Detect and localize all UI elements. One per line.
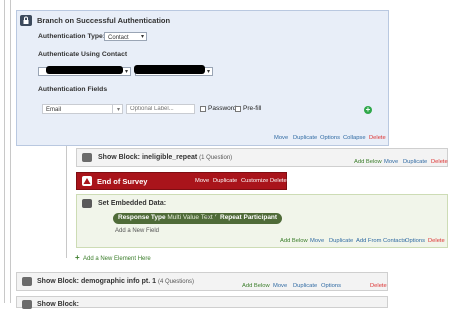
add-below-link[interactable]: Add Below xyxy=(242,283,270,290)
flow-guide-line xyxy=(10,0,11,303)
show-block-title: Show Block: demographic info pt. 1 (4 Qu… xyxy=(37,278,194,285)
end-duplicate-link[interactable]: Duplicate xyxy=(213,178,237,185)
embedded-add-from-contacts-link[interactable]: Add From Contacts xyxy=(356,238,406,245)
auth-delete-link[interactable]: Delete xyxy=(369,135,386,142)
delete-link[interactable]: Delete xyxy=(370,283,387,290)
duplicate-link[interactable]: Duplicate xyxy=(403,159,427,166)
password-label: Password xyxy=(208,105,237,112)
auth-collapse-link[interactable]: Collapse xyxy=(343,135,366,142)
end-move-link[interactable]: Move xyxy=(195,178,209,185)
lock-icon xyxy=(20,15,32,26)
authenticator-block: Branch on Successful Authentication Auth… xyxy=(16,10,389,146)
warning-icon xyxy=(82,176,92,186)
chevron-down-icon: ▾ xyxy=(124,69,128,75)
auth-options-link[interactable]: Options xyxy=(320,135,340,142)
embedded-field-pill[interactable]: Response Type Multi Value Text Set xyxy=(113,213,230,224)
embedded-duplicate-link[interactable]: Duplicate xyxy=(329,238,353,245)
embedded-move-link[interactable]: Move xyxy=(310,238,324,245)
block-icon xyxy=(82,153,92,162)
equals-sign: = xyxy=(206,215,210,221)
duplicate-link[interactable]: Duplicate xyxy=(293,283,317,290)
auth-move-link[interactable]: Move xyxy=(274,135,288,142)
auth-field-value: Email xyxy=(46,107,62,113)
move-link[interactable]: Move xyxy=(384,159,398,166)
optional-label-input[interactable] xyxy=(126,104,195,114)
prefill-label: Pre-fill xyxy=(243,105,262,112)
auth-type-value: Contact xyxy=(108,34,129,41)
options-link[interactable]: Options xyxy=(321,283,341,290)
embedded-data-element: Set Embedded Data: Response Type Multi V… xyxy=(76,194,448,248)
branch-guide-line xyxy=(66,146,67,258)
auth-type-label: Authentication Type: xyxy=(38,33,106,40)
redacted-value xyxy=(46,66,123,74)
show-block-title: Show Block: xyxy=(37,301,80,308)
add-new-field-link[interactable]: Add a New Field xyxy=(115,228,159,234)
auth-contact-label: Authenticate Using Contact xyxy=(38,51,128,58)
end-delete-link[interactable]: Delete xyxy=(270,178,287,185)
show-block-title: Show Block: ineligible_repeat (1 Questio… xyxy=(98,154,233,161)
end-of-survey-element: End of Survey Move Duplicate Customize D… xyxy=(76,172,287,190)
chevron-down-icon: ▾ xyxy=(206,69,210,75)
chevron-down-icon: ▾ xyxy=(116,106,120,113)
chevron-down-icon: ▾ xyxy=(140,34,144,40)
password-checkbox[interactable] xyxy=(200,106,206,112)
show-block-partial: Show Block: xyxy=(16,296,388,309)
prefill-checkbox[interactable] xyxy=(235,106,241,112)
move-link[interactable]: Move xyxy=(273,283,287,290)
embedded-data-title: Set Embedded Data: xyxy=(98,200,167,207)
auth-fields-label: Authentication Fields xyxy=(38,86,108,93)
embedded-delete-link[interactable]: Delete xyxy=(428,238,445,245)
block-icon xyxy=(22,277,32,286)
end-of-survey-title: End of Survey xyxy=(97,177,148,186)
show-block-ineligible: Show Block: ineligible_repeat (1 Questio… xyxy=(76,148,448,167)
block-icon xyxy=(22,300,32,309)
end-customize-link[interactable]: Customize xyxy=(241,178,268,185)
redacted-value xyxy=(134,65,205,74)
embedded-value-pill[interactable]: Repeat Participant xyxy=(215,213,283,224)
embedded-options-link[interactable]: Options xyxy=(405,238,425,245)
show-block-demographic: Show Block: demographic info pt. 1 (4 Qu… xyxy=(16,272,388,291)
embedded-data-icon xyxy=(82,199,92,208)
auth-field-select[interactable]: Email ▾ xyxy=(42,104,123,114)
delete-link[interactable]: Delete xyxy=(431,159,448,166)
auth-block-title: Branch on Successful Authentication xyxy=(37,16,171,25)
add-below-link[interactable]: Add Below xyxy=(354,159,382,166)
embedded-add-below-link[interactable]: Add Below xyxy=(280,238,308,245)
auth-duplicate-link[interactable]: Duplicate xyxy=(293,135,317,142)
add-element-plus-icon[interactable]: + xyxy=(75,254,80,262)
add-field-icon[interactable]: + xyxy=(364,106,372,114)
add-new-element-link[interactable]: Add a New Element Here xyxy=(83,256,151,262)
flow-guide-line xyxy=(4,0,5,303)
auth-type-select[interactable]: Contact ▾ xyxy=(104,32,147,41)
